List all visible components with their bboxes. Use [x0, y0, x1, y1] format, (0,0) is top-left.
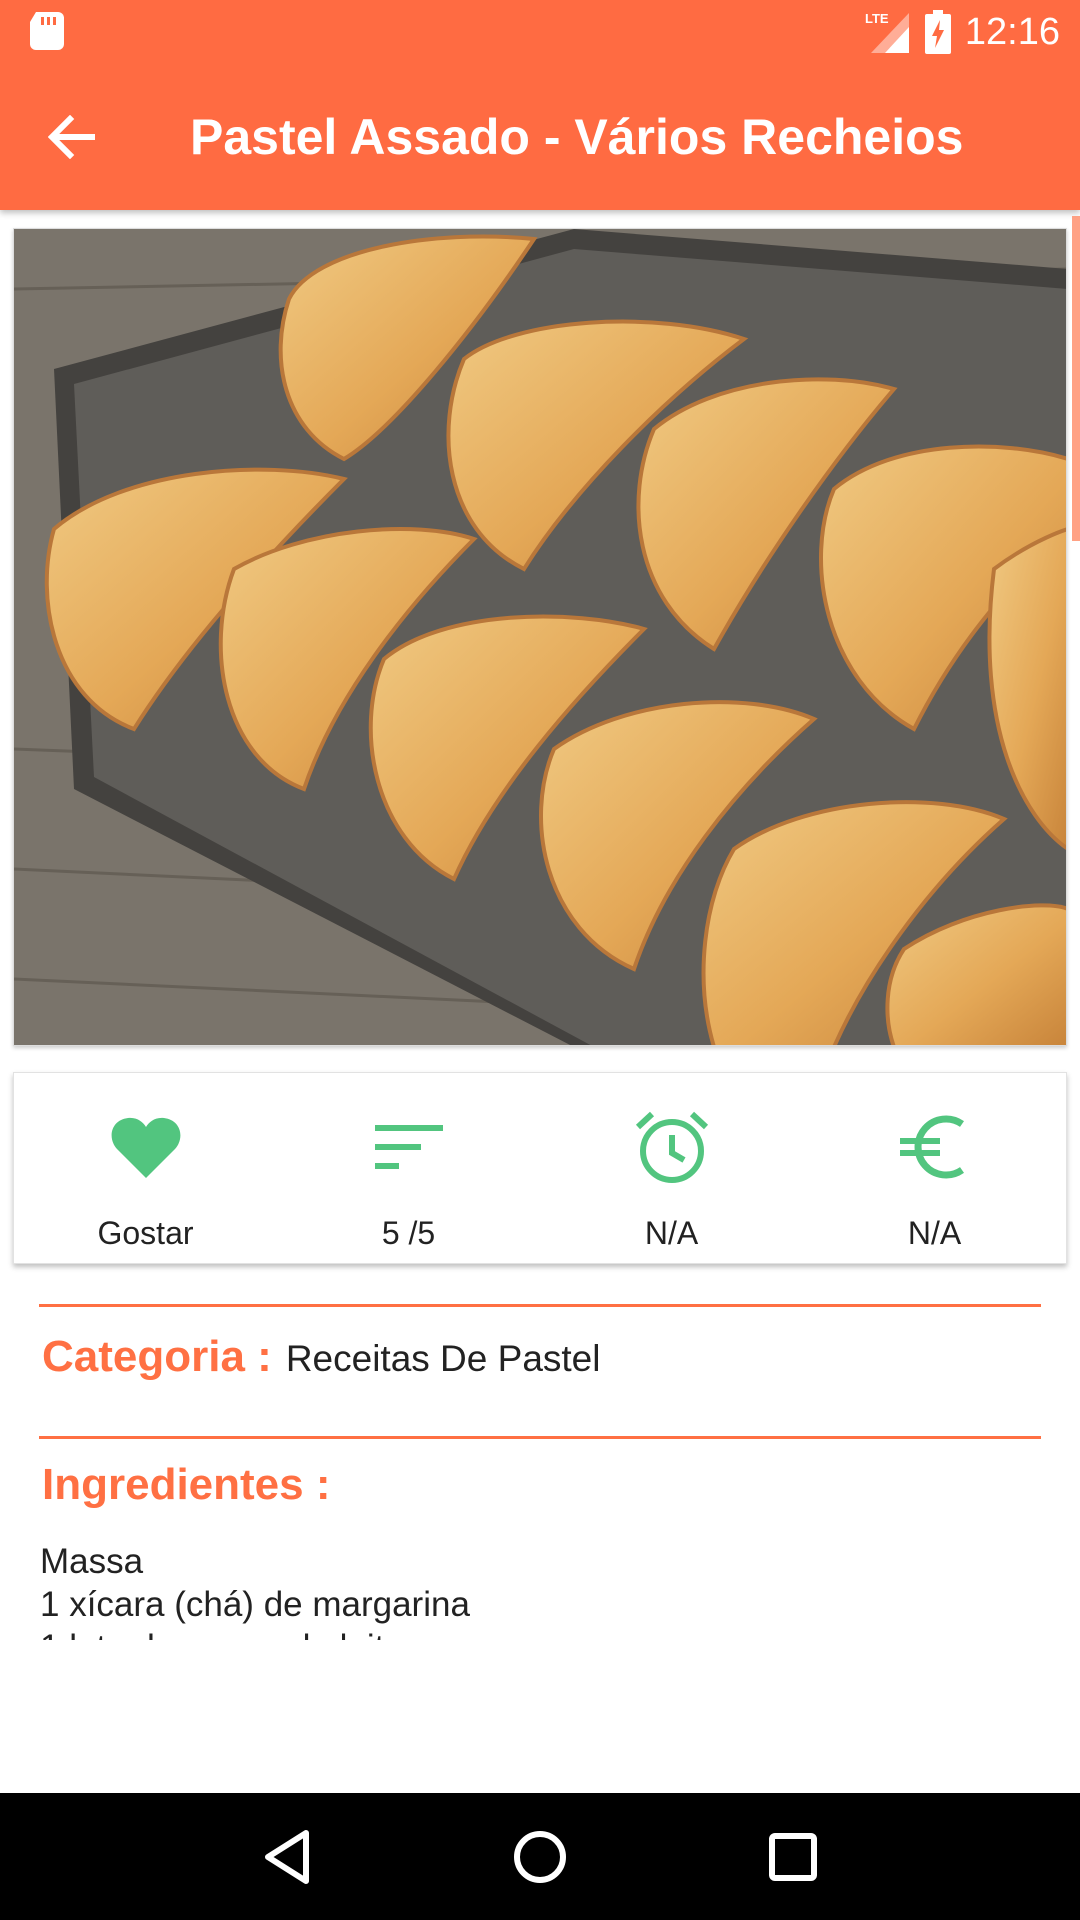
ingredients-heading: Ingredientes :	[42, 1460, 331, 1509]
status-icons: LTE 12:16	[863, 6, 1060, 58]
recipe-stats-card: Gostar 5 /5 N/A N/A	[13, 1072, 1067, 1264]
cost-stat: N/A	[803, 1073, 1066, 1263]
category-heading: Categoria :	[42, 1332, 272, 1381]
page-title: Pastel Assado - Vários Recheios	[190, 109, 964, 165]
euro-icon	[897, 1109, 973, 1185]
rating-stat: 5 /5	[277, 1073, 540, 1263]
ingredient-line: Massa	[40, 1542, 144, 1581]
category-row: Categoria : Receitas De Pastel	[42, 1332, 600, 1382]
like-label: Gostar	[97, 1215, 194, 1251]
like-stat[interactable]: Gostar	[14, 1073, 277, 1263]
nav-back-button[interactable]	[247, 1817, 327, 1897]
time-label: N/A	[644, 1215, 699, 1251]
rating-label: 5 /5	[381, 1215, 436, 1251]
home-circle-icon	[513, 1830, 566, 1883]
time-stat: N/A	[540, 1073, 803, 1263]
baked-pastries-illustration	[14, 229, 1066, 1045]
category-value: Receitas De Pastel	[285, 1338, 601, 1379]
svg-text:LTE: LTE	[865, 11, 889, 26]
recents-square-icon	[769, 1832, 818, 1881]
status-time: 12:16	[964, 10, 1060, 53]
back-triangle-icon	[264, 1829, 309, 1884]
status-bar: LTE 12:16	[0, 0, 1080, 63]
divider	[39, 1436, 1041, 1439]
ingredients-list: Massa 1 xícara (chá) de margarina 1 lata…	[40, 1540, 1040, 1640]
recipe-image	[13, 228, 1067, 1046]
heart-icon[interactable]	[108, 1109, 184, 1185]
lte-signal-icon: LTE	[865, 11, 909, 53]
cost-label: N/A	[907, 1215, 962, 1251]
top-bar: LTE 12:16 Pastel Assado - Vários Recheio…	[0, 0, 1080, 210]
battery-charging-icon	[924, 10, 951, 54]
sd-card-icon	[30, 12, 64, 50]
divider	[39, 1304, 1041, 1307]
app-bar: Pastel Assado - Vários Recheios	[0, 63, 1080, 210]
recipe-content[interactable]: Gostar 5 /5 N/A N/A Categoria: Receitas…	[0, 210, 1080, 1793]
arrow-left-icon	[48, 115, 95, 159]
rating-lines-icon	[371, 1109, 447, 1185]
system-nav-bar	[0, 1793, 1080, 1920]
back-button[interactable]	[42, 107, 102, 167]
alarm-clock-icon	[634, 1109, 710, 1185]
ingredient-line: 1 xícara (chá) de margarina	[40, 1585, 470, 1624]
scroll-indicator[interactable]	[1072, 216, 1080, 541]
ingredient-line: 1 lata de creme de leite	[40, 1626, 1040, 1640]
nav-home-button[interactable]	[500, 1817, 580, 1897]
nav-recents-button[interactable]	[753, 1817, 833, 1897]
